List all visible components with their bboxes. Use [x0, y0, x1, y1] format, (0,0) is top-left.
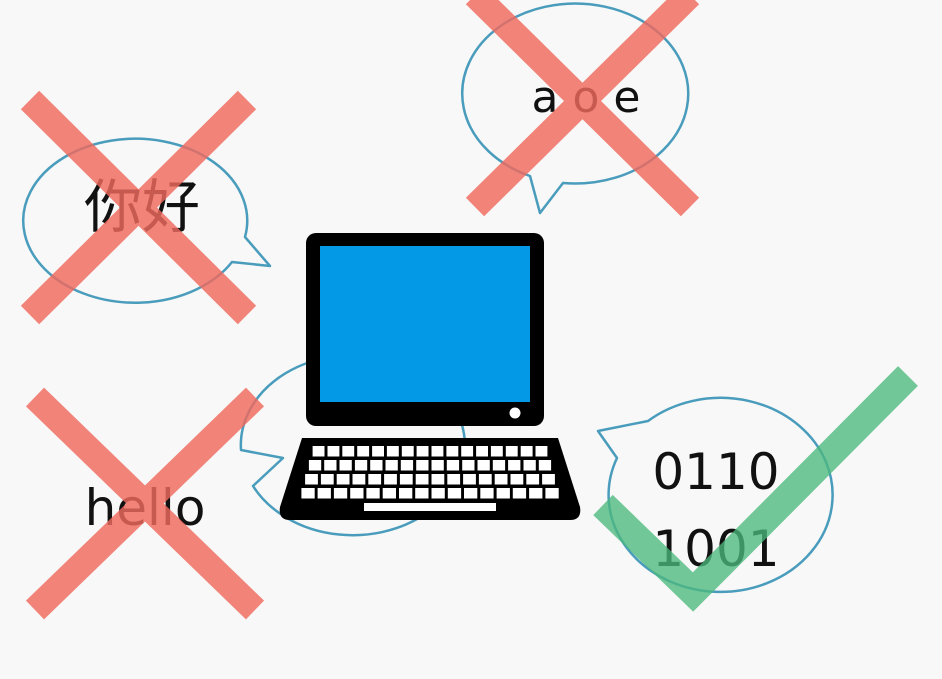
keyboard-key — [431, 474, 445, 485]
keyboard-key — [308, 460, 322, 471]
keyboard-key — [523, 460, 536, 471]
keyboard-key — [478, 474, 492, 485]
laptop-power-led — [509, 407, 521, 419]
keyboard-key — [400, 460, 414, 471]
keyboard-key — [401, 446, 414, 457]
keyboard-key — [385, 460, 398, 471]
encoding-diagram: 你好 a o e hello 0110 1001 — [20, 0, 918, 620]
keyboard-key — [384, 474, 397, 485]
keyboard-key — [447, 488, 462, 499]
keyboard-key — [301, 488, 315, 499]
cross-icon — [25, 387, 265, 620]
keyboard-key — [535, 446, 548, 457]
cross-icon — [20, 90, 257, 325]
keyboard-key — [357, 446, 370, 457]
speech-bubble-pinyin: a o e — [461, 0, 700, 217]
keyboard-key — [382, 488, 396, 499]
speech-bubble-binary: 0110 1001 — [593, 366, 918, 612]
bubble-text-binary-line1: 0110 — [652, 443, 779, 501]
keyboard-key — [416, 460, 429, 471]
keyboard-key — [447, 474, 461, 485]
keyboard-key — [480, 488, 494, 499]
keyboard-key — [370, 460, 383, 471]
keyboard-key — [476, 446, 488, 457]
keyboard-key — [342, 446, 355, 457]
keyboard-key — [431, 446, 444, 457]
keyboard-key — [494, 474, 508, 485]
keyboard-key — [327, 446, 340, 457]
keyboard-key — [464, 488, 478, 499]
keyboard-key — [463, 474, 476, 485]
keyboard-spacebar — [364, 503, 496, 511]
keyboard-key — [446, 446, 459, 457]
keyboard-key — [317, 488, 331, 499]
keyboard-key — [399, 488, 413, 499]
keyboard-key — [510, 474, 524, 485]
keyboard-key — [505, 446, 518, 457]
laptop-screen — [320, 246, 530, 402]
keyboard-key — [415, 474, 429, 485]
keyboard-key — [320, 474, 334, 485]
keyboard-key — [520, 446, 533, 457]
laptop-icon — [279, 233, 581, 520]
keyboard-key — [415, 488, 429, 499]
keyboard-key — [529, 488, 543, 499]
keyboard-key — [339, 460, 352, 471]
keyboard-key — [542, 474, 555, 485]
keyboard-key — [368, 474, 382, 485]
keyboard-key — [324, 460, 337, 471]
keyboard-key — [431, 460, 444, 471]
keyboard-key — [508, 460, 521, 471]
keyboard-key — [526, 474, 540, 485]
cross-icon — [465, 0, 700, 217]
keyboard-key — [496, 488, 510, 499]
keyboard-key — [477, 460, 490, 471]
keyboard-key — [305, 474, 318, 485]
keyboard-key — [312, 446, 325, 457]
keyboard-key — [490, 446, 503, 457]
keyboard-key — [336, 474, 350, 485]
keyboard-key — [416, 446, 429, 457]
keyboard-key — [545, 488, 559, 499]
keyboard-key — [399, 474, 413, 485]
keyboard-key — [350, 488, 364, 499]
keyboard-key — [461, 446, 474, 457]
keyboard-key — [492, 460, 506, 471]
keyboard-key — [446, 460, 460, 471]
keyboard-key — [462, 460, 475, 471]
keyboard-key — [386, 446, 399, 457]
keyboard-key — [512, 488, 527, 499]
keyboard-key — [354, 460, 368, 471]
keyboard-key — [366, 488, 380, 499]
keyboard-key — [538, 460, 552, 471]
keyboard-key — [431, 488, 445, 499]
keyboard-key — [352, 474, 366, 485]
speech-bubble-chinese: 你好 — [20, 90, 272, 325]
keyboard-key — [372, 446, 384, 457]
keyboard-key — [333, 488, 348, 499]
